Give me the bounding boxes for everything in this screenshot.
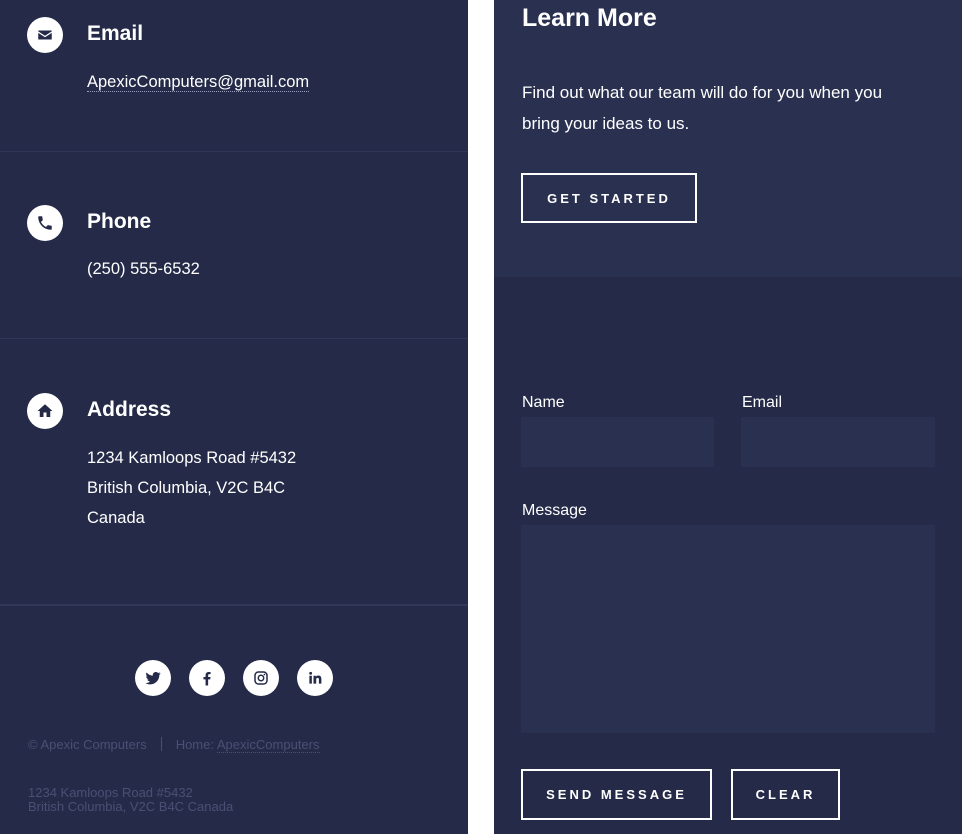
- copyright-text: © Apexic Computers: [28, 737, 147, 752]
- learn-more-section: Learn More Find out what our team will d…: [494, 0, 962, 277]
- address-line-2: British Columbia, V2C B4C: [87, 479, 286, 497]
- clear-button[interactable]: CLEAR: [731, 769, 840, 820]
- learn-more-description: Find out what our team will do for you w…: [522, 83, 883, 133]
- divider: [0, 151, 468, 152]
- footer-copyright-row: © Apexic Computers Home: ApexicComputers: [28, 737, 320, 753]
- address-line-3: Canada: [87, 509, 145, 527]
- message-label: Message: [522, 502, 587, 519]
- social-links: [0, 660, 468, 696]
- email-link[interactable]: ApexicComputers@gmail.com: [87, 73, 310, 92]
- envelope-icon: [27, 17, 63, 53]
- address-line-1: 1234 Kamloops Road #5432: [87, 449, 297, 467]
- email-input[interactable]: [741, 417, 935, 467]
- get-started-button[interactable]: GET STARTED: [521, 173, 697, 223]
- name-label: Name: [522, 394, 565, 411]
- phone-icon: [27, 205, 63, 241]
- linkedin-icon[interactable]: [297, 660, 333, 696]
- twitter-icon[interactable]: [135, 660, 171, 696]
- email-heading: Email: [87, 22, 144, 45]
- email-label: Email: [742, 394, 783, 411]
- name-input[interactable]: [521, 417, 714, 467]
- send-message-button[interactable]: SEND MESSAGE: [521, 769, 712, 820]
- contact-form-panel: Learn More Find out what our team will d…: [494, 0, 962, 834]
- home-icon: [27, 393, 63, 429]
- message-textarea[interactable]: [521, 525, 935, 733]
- learn-more-title: Learn More: [522, 4, 657, 32]
- phone-heading: Phone: [87, 210, 152, 233]
- home-link[interactable]: ApexicComputers: [216, 737, 320, 753]
- footer-separator: [160, 737, 162, 751]
- instagram-icon[interactable]: [243, 660, 279, 696]
- footer-address-line-2: British Columbia, V2C B4C Canada: [28, 799, 234, 814]
- footer-address-line-1: 1234 Kamloops Road #5432: [28, 785, 193, 800]
- facebook-icon[interactable]: [189, 660, 225, 696]
- home-prefix: Home:: [175, 737, 214, 752]
- contact-info-panel: Email ApexicComputers@gmail.com Phone (2…: [0, 0, 468, 834]
- address-block: 1234 Kamloops Road #5432 British Columbi…: [87, 443, 296, 533]
- divider: [0, 604, 468, 606]
- footer-address: 1234 Kamloops Road #5432 British Columbi…: [28, 786, 233, 814]
- address-heading: Address: [87, 398, 172, 421]
- phone-number: (250) 555-6532: [87, 260, 200, 278]
- divider: [0, 338, 468, 339]
